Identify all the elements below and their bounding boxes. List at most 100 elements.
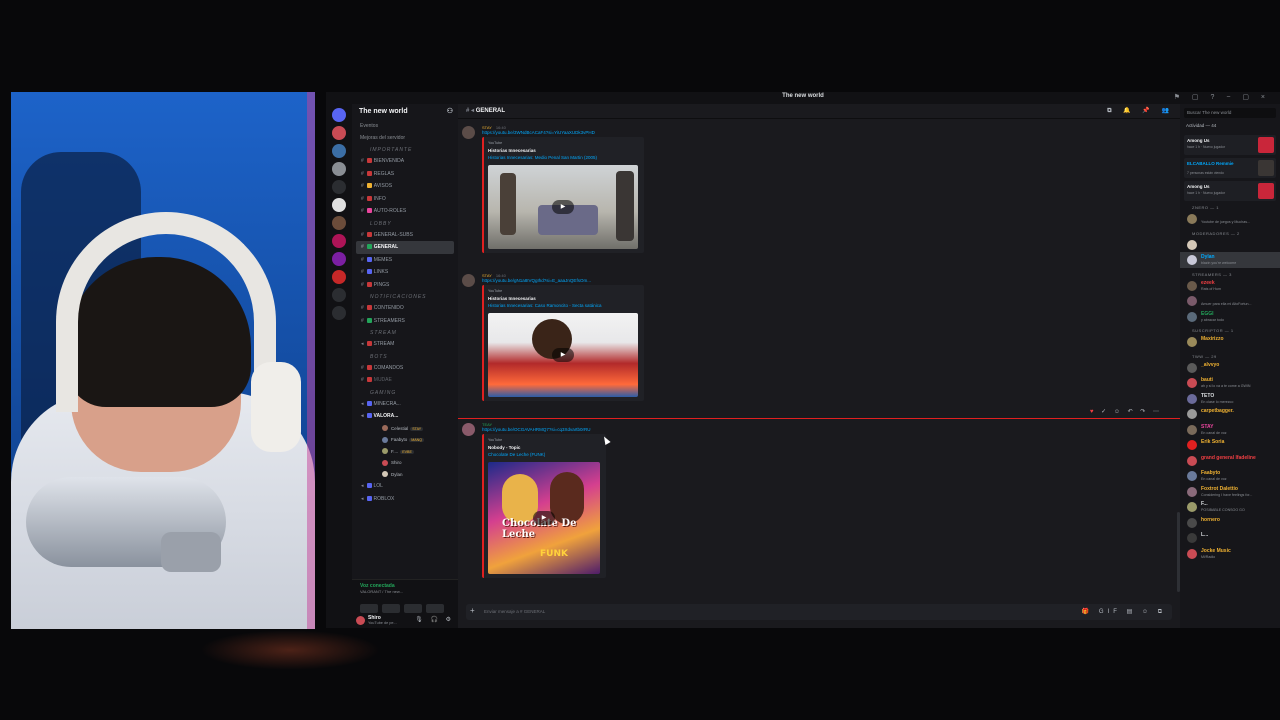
- embed-author[interactable]: Historias Innecesarias: [484, 293, 644, 301]
- member-item[interactable]: Amuer para ella mi AltoFortun...: [1180, 293, 1280, 309]
- member-item[interactable]: EGGI y abracar todo: [1180, 309, 1280, 325]
- avatar[interactable]: [462, 126, 475, 139]
- server-icon[interactable]: [332, 126, 346, 140]
- message-actions[interactable]: ♥ ✓ ☺ ↶ ↷ ⋯: [1090, 408, 1162, 415]
- member-item[interactable]: bauti ah y si lo va a te come a GWIN: [1180, 375, 1280, 391]
- server-icon[interactable]: [332, 234, 346, 248]
- home-icon[interactable]: [332, 108, 346, 122]
- avatar[interactable]: [462, 423, 475, 436]
- embed-author[interactable]: Nobody - Topic: [484, 442, 606, 450]
- category-stream[interactable]: STREAM: [352, 327, 458, 338]
- play-icon[interactable]: ▶: [552, 200, 574, 214]
- video-thumbnail[interactable]: ▶: [488, 165, 638, 249]
- soundboard-button[interactable]: [426, 604, 444, 613]
- server-header[interactable]: The new world ⚇: [352, 104, 458, 120]
- video-thumbnail[interactable]: Chocolate De Leche FUNK ▶: [488, 462, 600, 574]
- channel-minecraft[interactable]: ◂ MINECRA...: [352, 398, 458, 411]
- activity-card[interactable]: Among Us hace 1 h · Nuevo jugador: [1184, 181, 1276, 201]
- member-item[interactable]: Erik Soria: [1180, 437, 1280, 453]
- avatar[interactable]: [462, 274, 475, 287]
- composer-tools-icon[interactable]: 🎁 GIF ▤ ☺ ⧉: [1082, 608, 1166, 616]
- category-notificaciones[interactable]: NOTIFICACIONES: [352, 291, 458, 302]
- member-item[interactable]: [1180, 237, 1280, 253]
- member-item[interactable]: F... POSIBABLE CONSOO GO: [1180, 499, 1280, 515]
- channel-general-subs[interactable]: # GENERAL-SUBS: [352, 229, 458, 242]
- server-icon[interactable]: [332, 216, 346, 230]
- member-item[interactable]: Foxtrot Dalettio Considering I have feeli…: [1180, 484, 1280, 500]
- member-item[interactable]: L...: [1180, 530, 1280, 546]
- user-controls-icon[interactable]: 🎙 🎧 ⚙: [415, 616, 454, 623]
- embed-author[interactable]: Historias Innecesarias: [484, 145, 644, 153]
- activity-card[interactable]: ELCABALLO Remmie 7 personas están viendo: [1184, 158, 1276, 178]
- header-icons[interactable]: ⧉ 🔔 📌 👥: [1107, 104, 1174, 118]
- message-link[interactable]: https://youtu.be/OCGAVAHRMQ7?si=cq3Xdvar…: [482, 427, 591, 432]
- member-item[interactable]: ezeek Rats of Hum: [1180, 278, 1280, 294]
- embed-title-link[interactable]: Historias Innecesarias: Medio Penal San …: [484, 153, 644, 160]
- member-item[interactable]: Maxirizzo: [1180, 334, 1280, 350]
- member-item[interactable]: _alvvyo: [1180, 360, 1280, 376]
- server-icon[interactable]: [332, 198, 346, 212]
- voice-user[interactable]: F.... EVBE: [352, 446, 458, 458]
- voice-channel[interactable]: VALORANT / The new...: [352, 589, 458, 594]
- channel-valorant[interactable]: ◂ VALORA...: [352, 410, 458, 423]
- channel-stream[interactable]: ◂ STREAM: [352, 338, 458, 351]
- server-icon[interactable]: [332, 162, 346, 176]
- category-gaming[interactable]: GAMING: [352, 387, 458, 398]
- server-icon[interactable]: [332, 270, 346, 284]
- composer-placeholder[interactable]: Enviar mensaje a # GENERAL: [484, 609, 545, 614]
- boosts-link[interactable]: Mejoras del servidor: [352, 132, 458, 144]
- channel-avisos[interactable]: # AVISOS: [352, 180, 458, 193]
- channel-mudae[interactable]: # MUDAE: [352, 374, 458, 387]
- window-controls[interactable]: ⚑ ▢ ? − ▢ ×: [1174, 93, 1270, 101]
- events-link[interactable]: Eventos: [352, 120, 458, 132]
- message-composer[interactable]: + Enviar mensaje a # GENERAL 🎁 GIF ▤ ☺ ⧉: [466, 604, 1172, 620]
- category-bots[interactable]: BOTS: [352, 351, 458, 362]
- channel-pings[interactable]: # PINGS: [352, 279, 458, 292]
- activities-button[interactable]: [404, 604, 422, 613]
- video-thumbnail[interactable]: ▶: [488, 313, 638, 397]
- voice-user[interactable]: Celestial STAY: [352, 423, 458, 435]
- channel-info[interactable]: # INFO: [352, 193, 458, 206]
- channel-streamers[interactable]: # STREAMERS: [352, 315, 458, 328]
- member-item[interactable]: carpetbagger.: [1180, 406, 1280, 422]
- member-item[interactable]: TETO En clase lo merezco: [1180, 391, 1280, 407]
- server-icon[interactable]: [332, 144, 346, 158]
- member-item[interactable]: grand general lfadeline: [1180, 453, 1280, 469]
- voice-user[interactable]: Shiro: [352, 457, 458, 469]
- channel-bienvenida[interactable]: # BIENVENIDA: [352, 155, 458, 168]
- invite-icon[interactable]: ⚇: [447, 104, 453, 120]
- channel-general[interactable]: # GENERAL: [356, 241, 454, 254]
- channel-auto-roles[interactable]: # AUTO-ROLES: [352, 205, 458, 218]
- channel-contenido[interactable]: # CONTENIDO: [352, 302, 458, 315]
- server-icon[interactable]: [332, 180, 346, 194]
- member-item[interactable]: Jocke Music Mi/Radio: [1180, 546, 1280, 562]
- member-item[interactable]: hornero: [1180, 515, 1280, 531]
- channel-roblox[interactable]: ◂ ROBLOX: [352, 493, 458, 506]
- voice-user[interactable]: Faabyto MANQ: [352, 434, 458, 446]
- search-input[interactable]: Buscar The new world: [1184, 108, 1276, 118]
- category-lobby[interactable]: LOBBY: [352, 218, 458, 229]
- message-link[interactable]: https://youtu.be/gN1a8IVQgIhd?si=E_aaaJn…: [482, 278, 591, 283]
- play-icon[interactable]: ▶: [533, 511, 555, 525]
- attach-plus-icon[interactable]: +: [470, 606, 475, 615]
- channel-memes[interactable]: # MEMES: [352, 254, 458, 267]
- embed-title-link[interactable]: Historias Innecesarias: Caso Ramoncito -…: [484, 301, 644, 308]
- channel-reglas[interactable]: # REGLAS: [352, 168, 458, 181]
- server-icon[interactable]: [332, 252, 346, 266]
- discover-icon[interactable]: [332, 306, 346, 320]
- voice-user[interactable]: Dylan: [352, 469, 458, 481]
- channel-comandos[interactable]: # COMANDOS: [352, 362, 458, 375]
- embed-title-link[interactable]: Chocolate De Leche (FUNK): [484, 450, 606, 457]
- screen-share-button[interactable]: [382, 604, 400, 613]
- avatar[interactable]: [356, 616, 365, 625]
- member-item[interactable]: Youtube de juegos y Muchas...: [1180, 211, 1280, 227]
- camera-button[interactable]: [360, 604, 378, 613]
- play-icon[interactable]: ▶: [552, 348, 574, 362]
- activity-card[interactable]: Among Us hace 1 h · Nuevo jugador: [1184, 135, 1276, 155]
- member-item[interactable]: Faabyto En canal de voz: [1180, 468, 1280, 484]
- message-link[interactable]: https://youtu.be/3WNdBcACaF4?si=YiUYaaXU…: [482, 130, 595, 135]
- member-item[interactable]: STAY En canal de voz: [1180, 422, 1280, 438]
- add-server-icon[interactable]: [332, 288, 346, 302]
- member-item[interactable]: Dylan blazin you're welcome: [1180, 252, 1280, 268]
- category-importante[interactable]: IMPORTANTE: [352, 144, 458, 155]
